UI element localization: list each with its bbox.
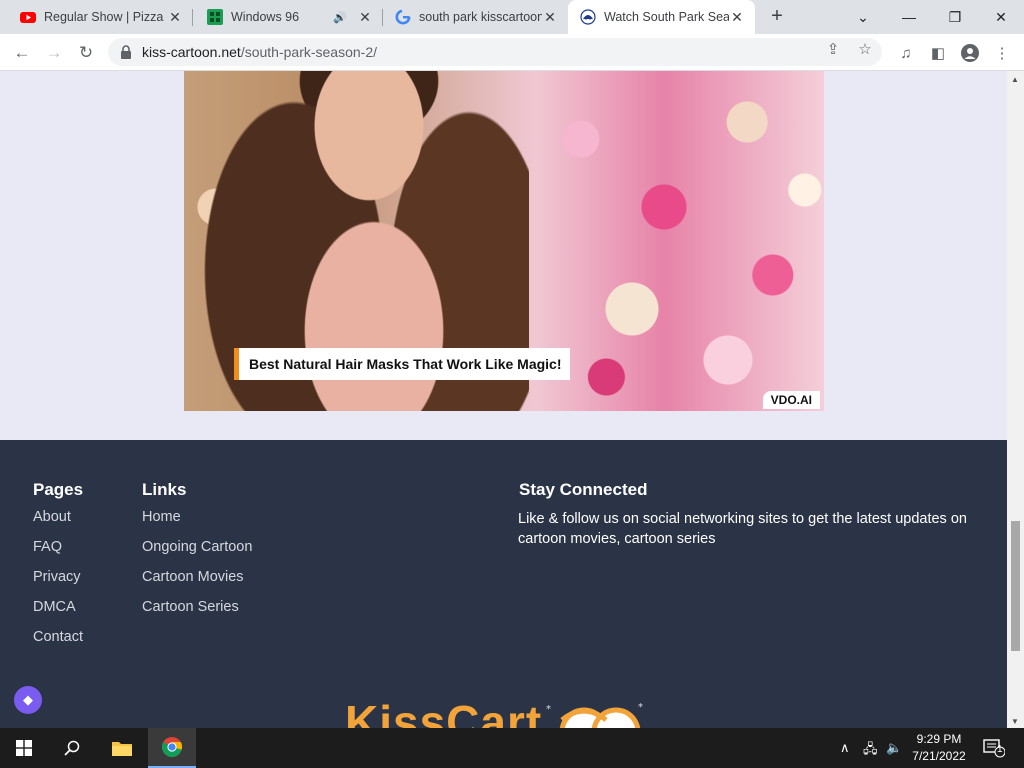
profile-avatar-icon[interactable] [960, 43, 980, 63]
url-domain: kiss-cartoon.net [142, 44, 241, 60]
footer-link-home[interactable]: Home [142, 509, 181, 525]
side-panel-icon[interactable]: ◧ [928, 43, 948, 63]
url-text: kiss-cartoon.net/south-park-season-2/ [142, 44, 377, 60]
folder-icon [112, 742, 132, 756]
windows96-icon [207, 9, 223, 25]
google-icon [395, 9, 411, 25]
site-logo[interactable]: KissCart [345, 695, 542, 728]
browser-toolbar: ← → ↻ kiss-cartoon.net/south-park-season… [0, 34, 1024, 71]
close-tab-icon[interactable]: ✕ [167, 9, 183, 26]
footer-link-about[interactable]: About [33, 509, 71, 525]
start-button[interactable] [0, 728, 48, 768]
stay-connected-text: Like & follow us on social networking si… [518, 511, 967, 547]
restore-button[interactable]: ❐ [932, 0, 978, 34]
speaker-icon[interactable]: 🔊 [333, 11, 347, 24]
address-bar[interactable]: kiss-cartoon.net/south-park-season-2/ [108, 38, 882, 66]
ad-caption[interactable]: Best Natural Hair Masks That Work Like M… [234, 348, 570, 380]
bookmark-star-icon[interactable]: ☆ [856, 40, 874, 58]
media-control-icon[interactable]: ♫ [896, 43, 916, 63]
scroll-up-arrow-icon[interactable]: ▲ [1011, 75, 1019, 84]
tab-title: Windows 96 [231, 10, 300, 24]
tab-search-button[interactable]: ⌄ [840, 0, 886, 34]
browser-tab-3[interactable]: south park kisscartoon ✕ [375, 0, 568, 34]
browser-tab-4[interactable]: Watch South Park Seas ✕ [568, 0, 755, 34]
close-window-button[interactable]: ✕ [978, 0, 1024, 34]
close-tab-icon[interactable]: ✕ [729, 9, 745, 26]
svg-text:*: * [638, 702, 643, 713]
reload-button[interactable]: ↻ [72, 39, 100, 67]
footer-link-contact[interactable]: Contact [33, 629, 83, 645]
lock-icon[interactable] [120, 45, 132, 59]
stay-connected-heading: Stay Connected [519, 480, 648, 499]
network-icon[interactable]: 🖧 [863, 740, 878, 762]
links-heading: Links [142, 480, 187, 499]
scroll-down-arrow-icon[interactable]: ▼ [1011, 717, 1019, 726]
url-path: /south-park-season-2/ [240, 44, 378, 60]
share-icon[interactable]: ⇪ [824, 40, 842, 58]
footer-link-faq[interactable]: FAQ [33, 539, 62, 555]
close-tab-icon[interactable]: ✕ [357, 9, 373, 26]
ad-brand-label[interactable]: VDO.AI [762, 391, 820, 409]
youtube-icon [20, 9, 36, 25]
close-tab-icon[interactable]: ✕ [542, 9, 558, 26]
floating-action-button[interactable]: ◆ [14, 686, 42, 714]
taskbar-clock[interactable]: 9:29 PM 7/21/2022 [900, 731, 978, 765]
footer-link-cartoon-movies[interactable]: Cartoon Movies [142, 569, 244, 585]
tab-title: Regular Show | Pizza Po [44, 10, 167, 24]
tab-title: Watch South Park Seas [604, 10, 729, 24]
footer-link-dmca[interactable]: DMCA [33, 599, 76, 615]
scrollbar-thumb[interactable] [1011, 521, 1020, 651]
menu-kebab-icon[interactable]: ⋮ [992, 43, 1012, 63]
site-footer: Pages About FAQ Privacy DMCA Contact Lin… [0, 440, 1007, 728]
browser-tab-2[interactable]: Windows 96 🔊 ✕ [187, 0, 383, 34]
forward-button[interactable]: → [40, 39, 68, 67]
notification-count-badge: 1 [997, 744, 1003, 755]
svg-text:*: * [546, 704, 551, 715]
chrome-taskbar-button[interactable] [148, 728, 196, 768]
show-hidden-icons-chevron-icon[interactable]: ∧ [840, 740, 850, 756]
page-scrollbar[interactable]: ▲ ▼ [1007, 71, 1024, 728]
search-button[interactable] [48, 728, 96, 768]
notification-center-button[interactable]: 1 [972, 728, 1016, 768]
logo-eyes-graphic: * * [546, 702, 643, 728]
windows-taskbar: ∧ 🖧 🔈 9:29 PM 7/21/2022 1 [0, 728, 1024, 768]
kisscartoon-icon [580, 9, 596, 25]
back-button[interactable]: ← [8, 39, 36, 67]
chrome-icon [161, 737, 183, 758]
page-viewport: Best Natural Hair Masks That Work Like M… [0, 71, 1007, 728]
clock-date: 7/21/2022 [912, 749, 966, 763]
new-tab-button[interactable]: + [766, 6, 788, 28]
video-ad[interactable]: Best Natural Hair Masks That Work Like M… [184, 71, 824, 411]
browser-tab-1[interactable]: Regular Show | Pizza Po ✕ [0, 0, 193, 34]
footer-link-cartoon-series[interactable]: Cartoon Series [142, 599, 239, 615]
file-explorer-button[interactable] [98, 728, 146, 768]
tab-title: south park kisscartoon [419, 10, 542, 24]
search-icon [64, 740, 80, 756]
clock-time: 9:29 PM [916, 732, 962, 746]
minimize-button[interactable]: — [886, 0, 932, 34]
tab-strip: Regular Show | Pizza Po ✕ Windows 96 🔊 ✕… [0, 0, 1024, 34]
windows-logo-icon [16, 740, 32, 756]
pages-heading: Pages [33, 480, 84, 499]
footer-link-privacy[interactable]: Privacy [33, 569, 81, 585]
footer-link-ongoing-cartoon[interactable]: Ongoing Cartoon [142, 539, 252, 555]
